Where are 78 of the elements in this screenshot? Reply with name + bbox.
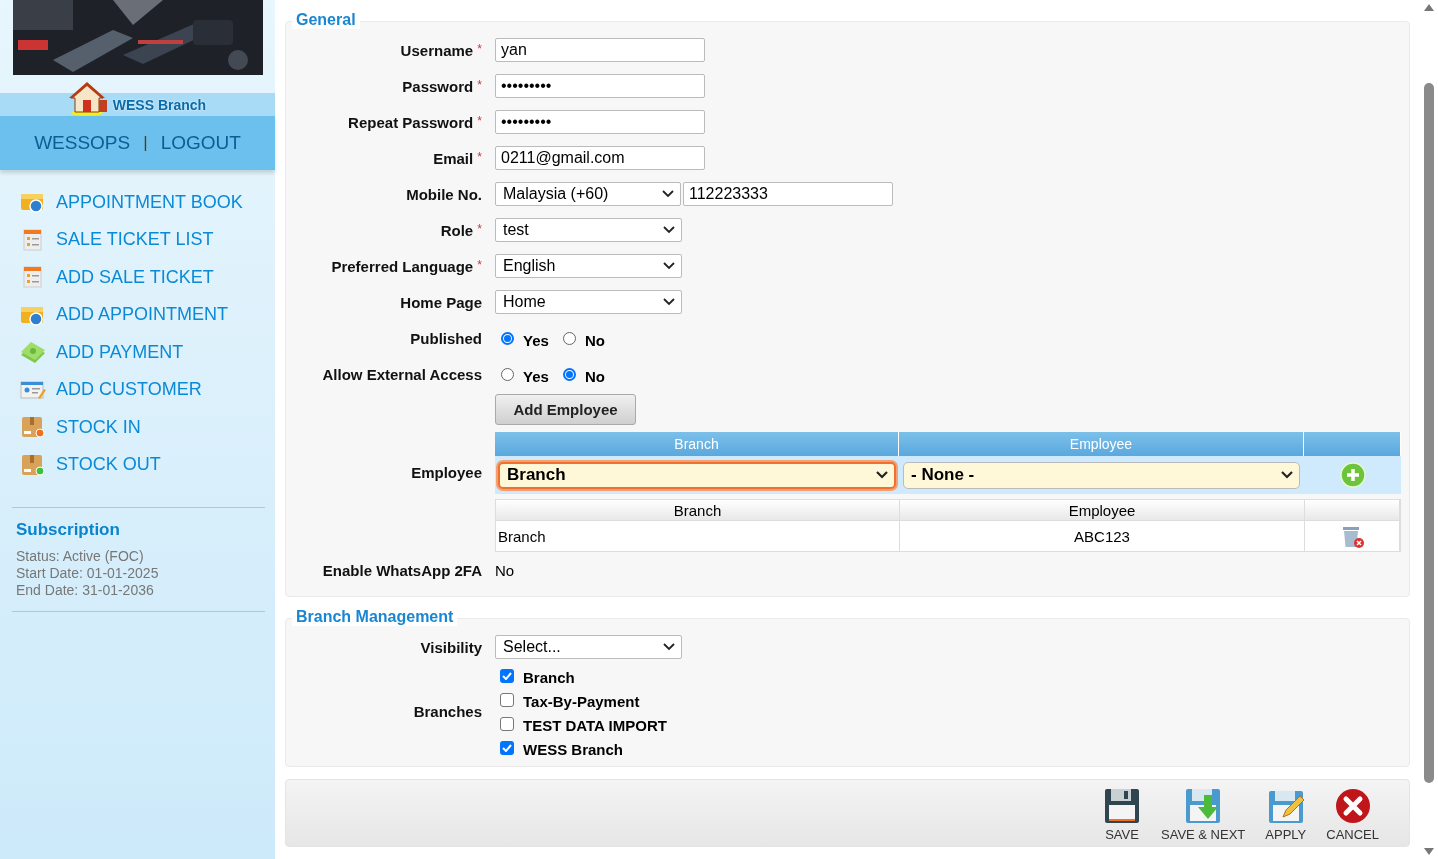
radio-button[interactable] xyxy=(501,367,514,381)
caret-icon xyxy=(663,643,675,651)
box-icon xyxy=(20,452,46,477)
phone-field[interactable]: 112223333 xyxy=(683,182,893,206)
caret-icon xyxy=(1281,471,1293,479)
checkbox[interactable] xyxy=(500,740,514,755)
radio-label: No xyxy=(584,331,605,349)
select-field[interactable]: Home xyxy=(495,290,682,314)
checkbox-label: Tax-By-Payment xyxy=(523,693,640,710)
checkbox-label: TEST DATA IMPORT xyxy=(523,717,667,734)
field-label: Home Page xyxy=(399,293,482,311)
caret-icon xyxy=(876,471,888,479)
table-cell: ABC123 xyxy=(900,521,1305,551)
field-label: Employee xyxy=(410,463,482,481)
caret-icon xyxy=(663,226,675,234)
column-header: Employee xyxy=(900,500,1305,521)
caret-icon xyxy=(663,262,675,270)
radio-label: Yes xyxy=(523,367,549,385)
field-label: Email * xyxy=(432,149,482,167)
radio-button[interactable] xyxy=(562,367,576,381)
field-label: Password * xyxy=(401,77,482,95)
field-label: Preferred Language * xyxy=(330,257,482,275)
house-icon xyxy=(68,82,109,116)
field-label: Published xyxy=(409,329,482,347)
scroll-down-icon[interactable] xyxy=(1424,848,1434,855)
subscription-info: End Date: 31-01-2036 xyxy=(16,582,155,599)
branch-name: WESS Branch xyxy=(112,97,207,113)
scroll-up-icon[interactable] xyxy=(1424,4,1434,11)
column-header: Branch xyxy=(496,500,900,521)
radio-label: Yes xyxy=(523,331,549,349)
field-label: Visibility xyxy=(419,638,482,656)
scrollbar-thumb[interactable] xyxy=(1424,82,1434,783)
field-label: Repeat Password * xyxy=(347,113,482,131)
select-field[interactable]: test xyxy=(495,218,682,242)
field-label: Role * xyxy=(439,221,482,239)
field-label: Username * xyxy=(399,41,482,59)
subscription-title: Subscription xyxy=(16,520,121,540)
checkbox[interactable] xyxy=(500,716,514,731)
radio-button[interactable] xyxy=(562,331,576,345)
floppy-disk-download-icon xyxy=(1184,787,1223,825)
field-value: No xyxy=(495,561,516,579)
section-title: Branch Management xyxy=(292,608,458,626)
action-button[interactable]: SAVE xyxy=(1103,787,1141,842)
subscription-info: Status: Active (FOC) xyxy=(16,548,145,565)
employee-select[interactable]: - None - xyxy=(903,461,1300,489)
checkbox-label: Branch xyxy=(523,669,575,686)
text-field[interactable]: yan xyxy=(495,38,705,62)
text-field[interactable]: ••••••••• xyxy=(495,74,705,98)
cancel-icon xyxy=(1333,787,1372,825)
field-label: Allow External Access xyxy=(321,365,482,383)
action-button[interactable]: CANCEL xyxy=(1326,787,1379,842)
section-title: General xyxy=(292,11,360,29)
column-header: Branch xyxy=(495,432,899,456)
cash-icon xyxy=(20,340,46,365)
field-label: Enable WhatsApp 2FA xyxy=(321,561,482,579)
checkbox[interactable] xyxy=(500,692,514,707)
radio-button[interactable] xyxy=(501,331,514,345)
text-field[interactable]: 0211@gmail.com xyxy=(495,146,705,170)
text-field[interactable]: ••••••••• xyxy=(495,110,705,134)
caret-icon xyxy=(662,190,674,198)
column-header: Employee xyxy=(899,432,1304,456)
link-separator: | xyxy=(143,133,148,153)
caret-icon xyxy=(663,298,675,306)
checkbox-label: WESS Branch xyxy=(523,741,624,758)
add-employee-button[interactable]: Add Employee xyxy=(495,394,636,425)
country-select[interactable]: Malaysia (+60) xyxy=(495,182,681,206)
branch-select[interactable]: Branch xyxy=(498,461,896,489)
field-label: Mobile No. xyxy=(405,185,482,203)
checkbox[interactable] xyxy=(500,668,514,683)
field-label: Branches xyxy=(412,703,482,720)
subscription-info: Start Date: 01-01-2025 xyxy=(16,565,160,582)
select-field[interactable]: English xyxy=(495,254,682,278)
box-icon xyxy=(20,415,46,440)
select-field[interactable]: Select... xyxy=(495,635,682,659)
action-button[interactable]: SAVE & NEXT xyxy=(1161,787,1246,842)
table-cell: Branch xyxy=(496,521,900,551)
action-button[interactable]: APPLY xyxy=(1265,787,1307,842)
radio-label: No xyxy=(584,367,605,385)
